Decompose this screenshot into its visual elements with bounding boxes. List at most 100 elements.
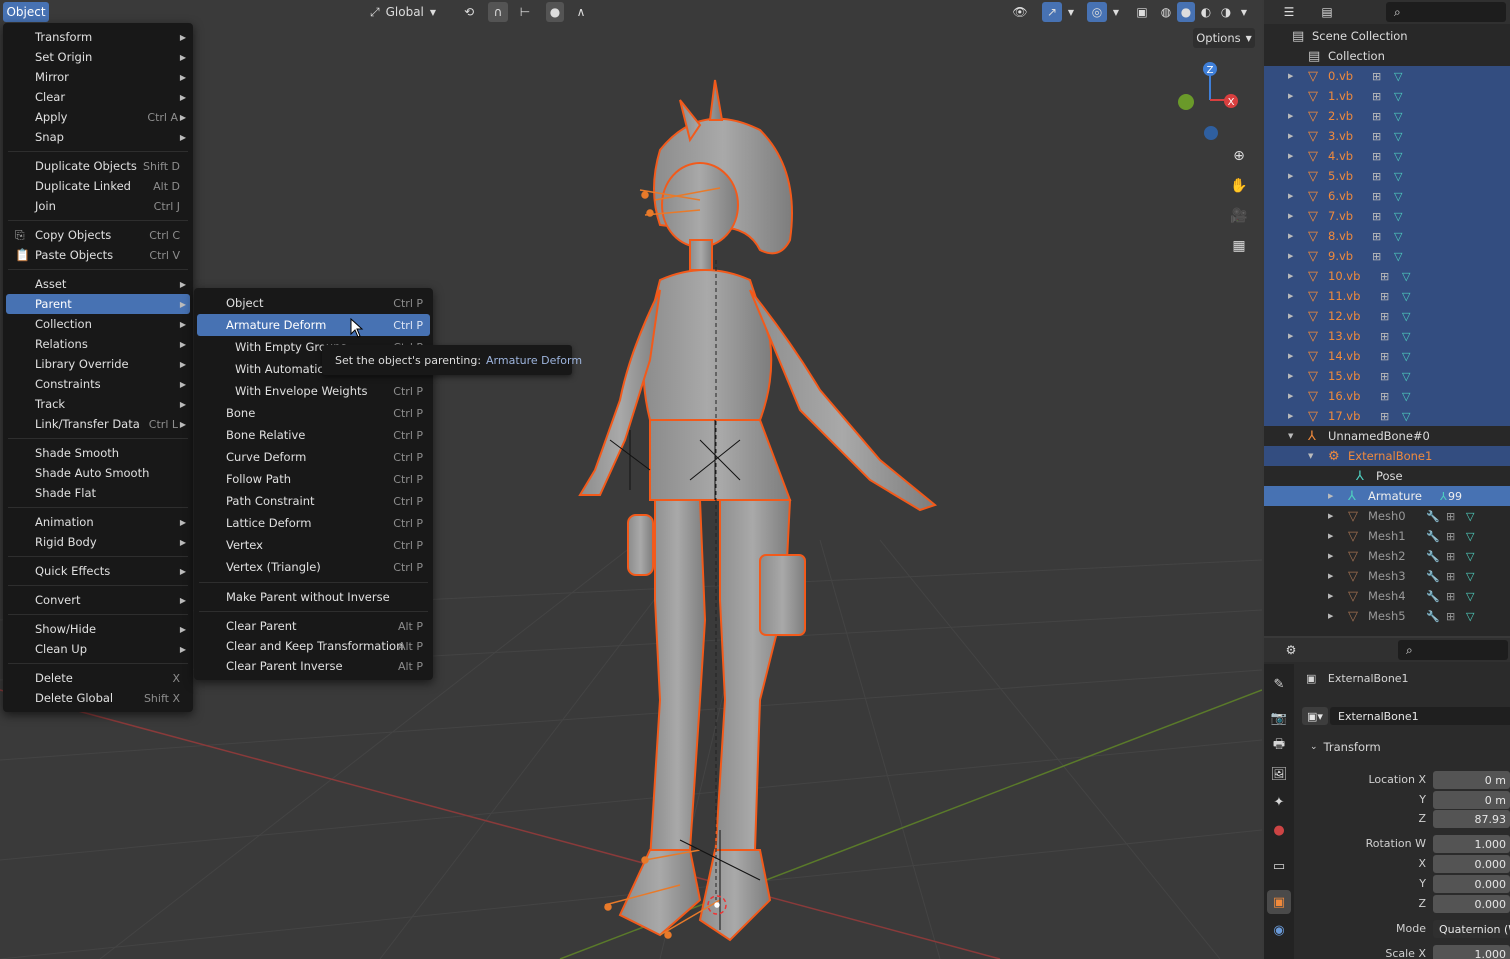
object-menu-item[interactable]: Delete Global Shift X xyxy=(6,688,190,708)
object-menu-item[interactable]: Shade Auto Smooth xyxy=(6,463,190,483)
collapse-arrow-icon[interactable]: ▼ xyxy=(1288,432,1293,440)
outliner-item[interactable]: ▶ ▽ 17.vb ⊞ ▽ xyxy=(1264,406,1510,426)
snap-target-icon[interactable]: ⊢ xyxy=(510,2,540,22)
object-menu-item[interactable]: Quick Effects ▶ xyxy=(6,561,190,581)
outliner-item[interactable]: ▶ ▽ 1.vb ⊞ ▽ xyxy=(1264,86,1510,106)
object-menu-item[interactable]: Shade Flat xyxy=(6,483,190,503)
outliner-item[interactable]: ▶ ▽ 0.vb ⊞ ▽ xyxy=(1264,66,1510,86)
editor-type-icon[interactable]: ⚙ xyxy=(1276,640,1306,660)
object-menu-item[interactable]: Duplicate Linked Alt D xyxy=(6,176,190,196)
parent-menu-item[interactable]: Bone Relative Ctrl P xyxy=(197,424,430,446)
falloff-icon[interactable]: ∧ xyxy=(566,2,596,22)
outliner-mesh-item[interactable]: ▶ ▽ Mesh1 🔧 ⊞ ▽ xyxy=(1264,526,1510,546)
object-menu-item[interactable]: Apply Ctrl A ▶ xyxy=(6,107,190,127)
object-menu-item[interactable]: Library Override ▶ xyxy=(6,354,190,374)
object-menu-item[interactable]: Track ▶ xyxy=(6,394,190,414)
transform-panel-header[interactable]: ⌄ Transform xyxy=(1302,734,1510,760)
parent-menu-item[interactable]: Follow Path Ctrl P xyxy=(197,468,430,490)
perspective-grid-icon[interactable]: ▦ xyxy=(1226,233,1252,259)
object-menu-item[interactable]: Snap ▶ xyxy=(6,127,190,147)
collection-tab-icon[interactable]: ▭ xyxy=(1267,854,1291,878)
view-layer-tab-icon[interactable]: 🖼 xyxy=(1267,762,1291,786)
rotation-y-field[interactable]: 0.000 xyxy=(1433,875,1510,893)
transform-orientation-dropdown[interactable]: ⤢ Global ▼ xyxy=(366,2,446,22)
zoom-icon[interactable]: ⊕ xyxy=(1226,143,1252,169)
outliner-item[interactable]: ▶ ▽ 2.vb ⊞ ▽ xyxy=(1264,106,1510,126)
parent-menu-item[interactable]: Lattice Deform Ctrl P xyxy=(197,512,430,534)
proportional-edit-icon[interactable]: ● xyxy=(546,2,564,22)
outliner-external-bone[interactable]: ▼ ⚙ ExternalBone1 xyxy=(1264,446,1510,466)
expand-arrow-icon[interactable]: ▶ xyxy=(1288,172,1293,180)
expand-arrow-icon[interactable]: ▶ xyxy=(1288,292,1293,300)
parent-menu-item[interactable]: Make Parent without Inverse xyxy=(197,587,430,607)
outliner-scene-collection[interactable]: ▤ Scene Collection xyxy=(1264,26,1510,46)
parent-menu-item[interactable]: Clear Parent Alt P xyxy=(197,616,430,636)
expand-arrow-icon[interactable]: ▶ xyxy=(1288,352,1293,360)
object-menu-item[interactable]: Parent ▶ xyxy=(6,294,190,314)
outliner-item[interactable]: ▶ ▽ 6.vb ⊞ ▽ xyxy=(1264,186,1510,206)
location-y-field[interactable]: 0 m xyxy=(1433,791,1510,809)
expand-arrow-icon[interactable]: ▶ xyxy=(1328,572,1333,580)
scene-tab-icon[interactable]: ✦ xyxy=(1267,790,1291,814)
snap-toggle-icon[interactable]: ∩ xyxy=(488,2,508,22)
rotation-w-field[interactable]: 1.000 xyxy=(1433,835,1510,853)
overlay-toggle-icon[interactable]: ◎ xyxy=(1087,2,1107,22)
outliner-search-input[interactable]: ⌕ xyxy=(1386,2,1506,22)
parent-menu-item[interactable]: Bone Ctrl P xyxy=(197,402,430,424)
expand-arrow-icon[interactable]: ▶ xyxy=(1288,92,1293,100)
outliner-armature-data[interactable]: ▶ ⅄ Armature ⅄ 99 xyxy=(1264,486,1510,506)
parent-menu-item[interactable]: Vertex (Triangle) Ctrl P xyxy=(197,556,430,578)
object-tab-icon[interactable]: ▣ xyxy=(1267,890,1291,914)
parent-menu-item[interactable]: Path Constraint Ctrl P xyxy=(197,490,430,512)
outliner-item[interactable]: ▶ ▽ 5.vb ⊞ ▽ xyxy=(1264,166,1510,186)
object-menu-item[interactable]: Relations ▶ xyxy=(6,334,190,354)
expand-arrow-icon[interactable]: ▶ xyxy=(1288,212,1293,220)
filter-icon[interactable]: ▤ xyxy=(1312,2,1342,22)
object-menu-item[interactable]: Asset ▶ xyxy=(6,274,190,294)
parent-menu-item[interactable]: Clear Parent Inverse Alt P xyxy=(197,656,430,676)
object-menu-item[interactable]: Join Ctrl J xyxy=(6,196,190,216)
object-name-field[interactable]: ExternalBone1 xyxy=(1330,707,1510,725)
output-tab-icon[interactable]: 🖶 xyxy=(1267,734,1291,758)
outliner-mesh-item[interactable]: ▶ ▽ Mesh5 🔧 ⊞ ▽ xyxy=(1264,606,1510,626)
object-menu-item[interactable]: Rigid Body ▶ xyxy=(6,532,190,552)
object-menu-item[interactable]: Clear ▶ xyxy=(6,87,190,107)
outliner-item[interactable]: ▶ ▽ 13.vb ⊞ ▽ xyxy=(1264,326,1510,346)
expand-arrow-icon[interactable]: ▶ xyxy=(1288,392,1293,400)
options-dropdown[interactable]: Options ▼ xyxy=(1193,28,1255,48)
object-menu-item[interactable]: Animation ▶ xyxy=(6,512,190,532)
expand-arrow-icon[interactable]: ▶ xyxy=(1328,532,1333,540)
object-menu-item[interactable]: ⎘ Copy Objects Ctrl C xyxy=(6,225,190,245)
object-menu-item[interactable]: 📋 Paste Objects Ctrl V xyxy=(6,245,190,265)
object-menu-item[interactable]: Set Origin ▶ xyxy=(6,47,190,67)
outliner-item[interactable]: ▶ ▽ 8.vb ⊞ ▽ xyxy=(1264,226,1510,246)
object-menu-item[interactable]: Show/Hide ▶ xyxy=(6,619,190,639)
outliner[interactable]: ☰ ▤ ⌕ ▤ Scene Collection ▤ Collection ▶ ▽ 0.vb… xyxy=(1264,0,1510,636)
xray-toggle-icon[interactable]: ▣ xyxy=(1132,2,1152,22)
expand-arrow-icon[interactable]: ▶ xyxy=(1328,592,1333,600)
location-x-field[interactable]: 0 m xyxy=(1433,771,1510,789)
outliner-item[interactable]: ▶ ▽ 3.vb ⊞ ▽ xyxy=(1264,126,1510,146)
overlay-dropdown-icon[interactable]: ▼ xyxy=(1109,2,1123,22)
parent-menu-item[interactable]: Armature Deform Ctrl P xyxy=(197,314,430,336)
outliner-pose[interactable]: ⅄ Pose xyxy=(1264,466,1510,486)
properties-editor[interactable]: ⚙ ⌕ ✎ 📷 🖶 🖼 ✦ ● ▭ ▣ ◉ ▣ ExternalBone1 ▣▾… xyxy=(1264,638,1510,959)
tool-tab-icon[interactable]: ✎ xyxy=(1267,672,1291,696)
constraints-tab-icon[interactable]: ◉ xyxy=(1267,918,1291,942)
expand-arrow-icon[interactable]: ▶ xyxy=(1288,152,1293,160)
expand-arrow-icon[interactable]: ▶ xyxy=(1288,232,1293,240)
rotation-x-field[interactable]: 0.000 xyxy=(1433,855,1510,873)
outliner-item[interactable]: ▶ ▽ 4.vb ⊞ ▽ xyxy=(1264,146,1510,166)
object-menu-item[interactable]: Collection ▶ xyxy=(6,314,190,334)
object-menu-button[interactable]: Object xyxy=(3,2,49,22)
expand-arrow-icon[interactable]: ▶ xyxy=(1288,132,1293,140)
expand-arrow-icon[interactable]: ▶ xyxy=(1328,612,1333,620)
object-menu-item[interactable]: Transform ▶ xyxy=(6,27,190,47)
visibility-icon[interactable]: 👁 xyxy=(1005,2,1035,22)
expand-arrow-icon[interactable]: ▶ xyxy=(1288,332,1293,340)
location-z-field[interactable]: 87.93 xyxy=(1433,810,1510,828)
parent-menu-item[interactable]: With Envelope Weights Ctrl P xyxy=(197,380,430,402)
expand-arrow-icon[interactable]: ▶ xyxy=(1288,252,1293,260)
outliner-mesh-item[interactable]: ▶ ▽ Mesh4 🔧 ⊞ ▽ xyxy=(1264,586,1510,606)
object-menu-item[interactable]: Mirror ▶ xyxy=(6,67,190,87)
